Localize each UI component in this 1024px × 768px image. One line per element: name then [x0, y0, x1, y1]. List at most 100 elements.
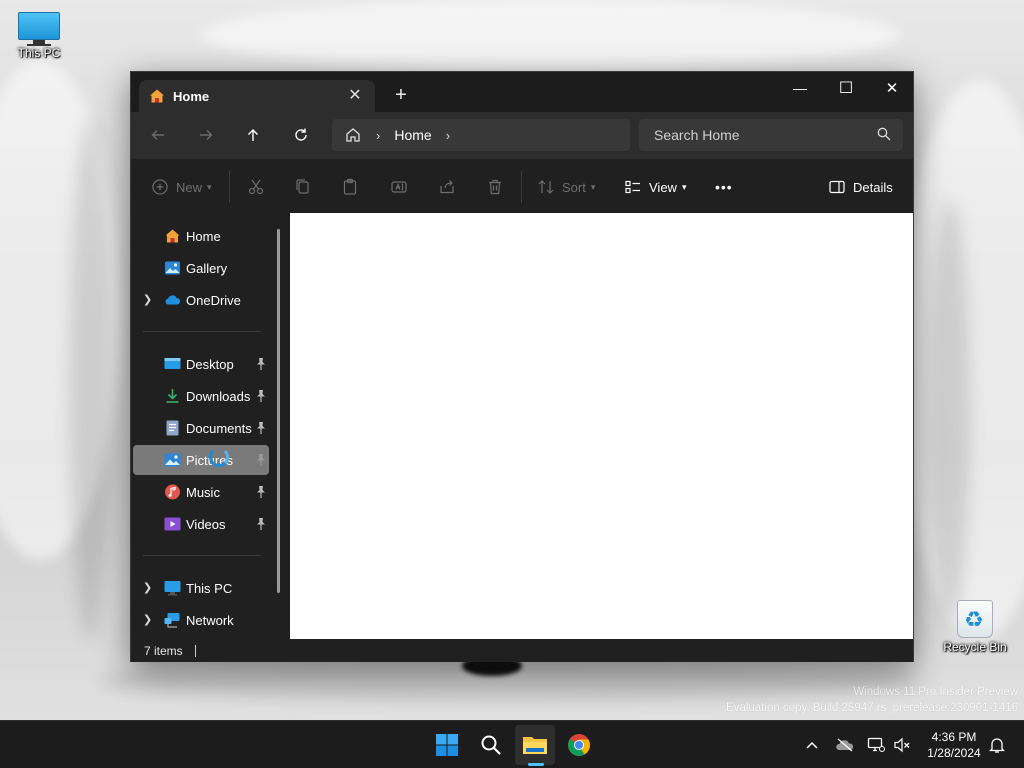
minimize-button[interactable]: — [777, 72, 823, 104]
home-icon [150, 89, 164, 103]
watermark: Windows 11 Pro Insider Preview Evaluatio… [726, 684, 1018, 716]
details-button[interactable]: Details [828, 173, 893, 201]
view-list-icon [625, 180, 640, 194]
downloads-icon [166, 389, 179, 403]
search-input[interactable]: Search Home [639, 119, 903, 151]
search-placeholder: Search Home [654, 127, 740, 143]
chevron-down-icon: ▾ [590, 181, 596, 192]
status-divider [194, 644, 196, 657]
nav-divider [143, 331, 261, 332]
sort-button[interactable]: Sort ▾ [537, 173, 595, 201]
documents-icon [166, 420, 179, 436]
maximize-button[interactable]: ☐ [823, 72, 869, 104]
new-tab-button[interactable]: + [389, 84, 413, 108]
sidebar-item-desktop[interactable]: Desktop [133, 349, 269, 379]
cut-button[interactable] [247, 173, 265, 201]
close-tab-icon[interactable]: ✕ [345, 86, 365, 106]
sort-icon [538, 180, 554, 194]
search-taskbar-button[interactable] [471, 725, 511, 765]
this-pc-icon [18, 12, 60, 46]
volume-muted-icon[interactable] [892, 735, 912, 755]
sidebar-item-label: OneDrive [186, 293, 241, 308]
folder-icon [523, 737, 547, 754]
sidebar-item-home[interactable]: Home [133, 221, 269, 251]
onedrive-icon [165, 295, 180, 305]
tab-home[interactable]: Home ✕ [139, 80, 375, 112]
pin-icon[interactable] [255, 357, 267, 371]
system-clock[interactable]: 4:36 PM 1/28/2024 [920, 729, 988, 761]
up-button[interactable] [238, 122, 268, 148]
chevron-right-icon: › [376, 127, 381, 143]
sidebar-item-documents[interactable]: Documents [133, 413, 269, 443]
refresh-button[interactable] [286, 122, 316, 148]
sidebar-item-pictures[interactable]: Pictures [133, 445, 269, 475]
view-button-label: View [649, 179, 677, 195]
file-list-area[interactable] [290, 213, 913, 639]
chevron-right-icon[interactable]: ❯ [143, 293, 152, 306]
notifications-bell-icon[interactable] [987, 735, 1007, 755]
start-button[interactable] [427, 725, 467, 765]
copy-button[interactable] [294, 173, 312, 201]
navigation-pane: Home Gallery ❯ OneDrive Desktop Download… [131, 213, 289, 639]
tab-label: Home [173, 88, 210, 104]
show-hidden-icons-chevron-up-icon[interactable] [802, 735, 822, 755]
pin-icon[interactable] [255, 517, 267, 531]
nav-pane-scrollbar[interactable] [277, 229, 280, 593]
pin-icon[interactable] [255, 421, 267, 435]
onedrive-tray-icon[interactable] [835, 735, 855, 755]
chevron-right-icon[interactable]: ❯ [143, 581, 152, 594]
desktop-icon [164, 358, 181, 369]
sidebar-item-this-pc[interactable]: ❯ This PC [133, 573, 269, 603]
videos-icon [164, 517, 181, 531]
chrome-icon [568, 734, 590, 756]
pin-icon[interactable] [255, 389, 267, 403]
breadcrumb-home[interactable]: Home [394, 127, 431, 143]
sidebar-item-label: This PC [186, 581, 233, 596]
chevron-right-icon[interactable]: ❯ [143, 613, 152, 626]
pin-icon[interactable] [255, 453, 267, 467]
sidebar-item-videos[interactable]: Videos [133, 509, 269, 539]
details-button-label: Details [853, 179, 893, 195]
pin-icon[interactable] [255, 485, 267, 499]
this-pc-icon [164, 581, 181, 596]
paste-button[interactable] [341, 173, 359, 201]
close-window-button[interactable]: ✕ [869, 72, 915, 104]
watermark-line-1: Windows 11 Pro Insider Preview [853, 686, 1018, 698]
back-button[interactable] [143, 122, 173, 148]
address-bar[interactable]: › Home › [332, 119, 630, 151]
share-button[interactable] [438, 173, 456, 201]
sidebar-item-label: Downloads [186, 389, 251, 404]
sidebar-item-music[interactable]: Music [133, 477, 269, 507]
sidebar-item-gallery[interactable]: Gallery [133, 253, 269, 283]
delete-button[interactable] [486, 173, 504, 201]
busy-cursor-icon [209, 447, 229, 467]
chrome-taskbar-button[interactable] [559, 725, 599, 765]
chevron-right-icon[interactable]: › [446, 128, 450, 143]
chevron-down-icon: ▾ [681, 181, 687, 192]
file-explorer-taskbar-button[interactable] [515, 725, 555, 765]
file-explorer-window: Home ✕ + — ☐ ✕ › Home › Search Home New … [130, 71, 914, 662]
view-button[interactable]: View ▾ [624, 173, 686, 201]
gallery-icon [165, 261, 180, 275]
clock-date: 1/28/2024 [927, 746, 981, 760]
sidebar-item-network[interactable]: ❯ Network [133, 605, 269, 635]
more-options-button[interactable]: ••• [715, 173, 733, 201]
desktop-icon-this-pc[interactable]: This PC [6, 12, 72, 60]
plus-circle-icon [152, 179, 168, 195]
new-button-label: New [176, 179, 203, 195]
sidebar-item-onedrive[interactable]: ❯ OneDrive [133, 285, 269, 315]
command-bar: New ▾ Sort ▾ View ▾ ••• Details [131, 158, 913, 213]
arrow-up-icon [248, 129, 258, 141]
forward-button[interactable] [191, 122, 221, 148]
nav-divider [143, 555, 261, 556]
trash-icon [489, 179, 501, 195]
desktop-icon-recycle-bin[interactable]: ♻ Recycle Bin [942, 600, 1008, 654]
new-button[interactable]: New ▾ [151, 173, 212, 201]
network-icon [164, 613, 180, 628]
sidebar-item-label: Network [186, 613, 234, 628]
taskbar: 4:36 PM 1/28/2024 [0, 720, 1024, 768]
scissors-icon [248, 179, 264, 195]
sidebar-item-downloads[interactable]: Downloads [133, 381, 269, 411]
network-tray-icon[interactable] [866, 735, 886, 755]
rename-button[interactable] [390, 173, 408, 201]
